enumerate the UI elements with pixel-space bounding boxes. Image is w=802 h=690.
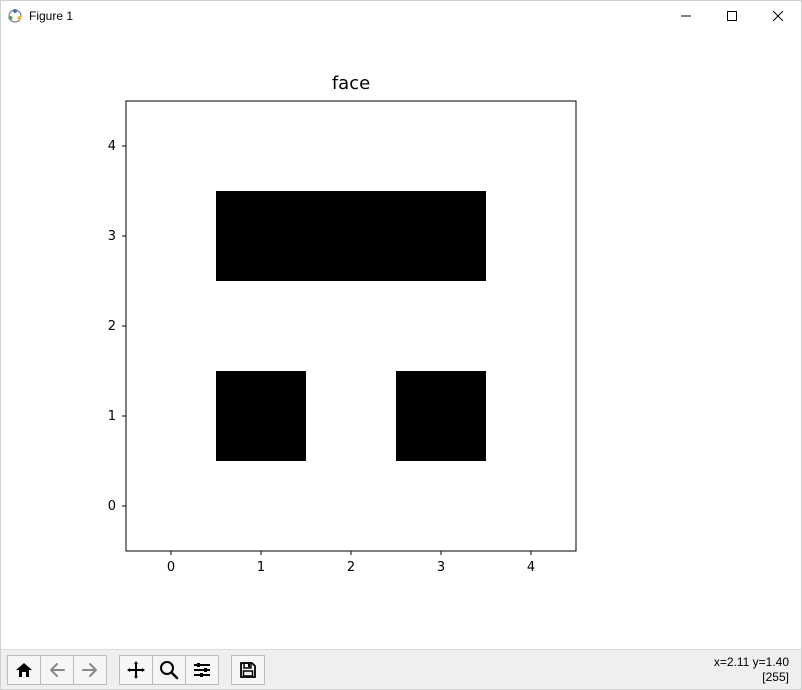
toolbar-group-save [231,655,265,685]
x-tick-label: 0 [167,560,175,575]
x-tick-label: 3 [437,560,445,575]
chart-title: face [332,73,370,94]
heatmap-cell [216,371,306,461]
toolbar-group-nav [7,655,107,685]
heatmap-cell [396,281,486,371]
heatmap-cell [126,281,216,371]
status-readout: x=2.11 y=1.40 [255] [714,655,795,684]
heatmap-cell [486,191,576,281]
y-tick-label: 0 [108,499,116,514]
y-tick-group: 0 1 2 3 4 [108,139,126,514]
titlebar: Figure 1 [1,1,801,31]
minimize-button[interactable] [663,1,709,31]
arrow-left-icon [48,662,66,678]
heatmap-cell [486,101,576,191]
window-title: Figure 1 [29,9,73,23]
heatmap-cell [216,461,306,551]
move-icon [126,660,146,680]
heatmap-cell [126,191,216,281]
heatmap-cell [486,461,576,551]
heatmap-cell [396,461,486,551]
back-button[interactable] [40,655,74,685]
heatmap-cell [396,191,486,281]
search-icon [159,660,179,680]
arrow-right-icon [81,662,99,678]
heatmap-cell [306,461,396,551]
toolbar: x=2.11 y=1.40 [255] [1,649,801,689]
y-tick-label: 2 [108,319,116,334]
x-tick-label: 4 [527,560,535,575]
y-tick-label: 3 [108,229,116,244]
heatmap-cell [126,461,216,551]
save-button[interactable] [231,655,265,685]
heatmap-cell [216,101,306,191]
forward-button[interactable] [73,655,107,685]
home-button[interactable] [7,655,41,685]
heatmap-cell [216,191,306,281]
status-value: [255] [714,670,789,684]
status-coords: x=2.11 y=1.40 [714,655,789,669]
x-tick-label: 1 [257,560,265,575]
y-tick-label: 4 [108,139,116,154]
heatmap-cell [306,101,396,191]
pan-button[interactable] [119,655,153,685]
figure-canvas[interactable]: face 0 1 2 3 4 0 1 2 3 4 [1,31,801,649]
heatmap-cell [396,371,486,461]
heatmap-cell [486,371,576,461]
heatmap-cell [126,101,216,191]
x-tick-label: 2 [347,560,355,575]
window-root: Figure 1 face 0 1 2 3 4 0 1 2 3 4 [0,0,802,690]
save-icon [239,661,257,679]
close-button[interactable] [755,1,801,31]
sliders-icon [192,661,212,679]
zoom-button[interactable] [152,655,186,685]
heatmap-cell [306,281,396,371]
toolbar-group-view [119,655,219,685]
y-tick-label: 1 [108,409,116,424]
app-icon [7,8,23,24]
home-icon [14,661,34,679]
heatmap-cell [306,191,396,281]
x-tick-group: 0 1 2 3 4 [167,551,535,575]
heatmap-cell [306,371,396,461]
heatmap-cell [216,281,306,371]
heatmap-cell [126,371,216,461]
heatmap-cells [126,101,576,551]
heatmap-cell [486,281,576,371]
subplots-button[interactable] [185,655,219,685]
maximize-button[interactable] [709,1,755,31]
heatmap-cell [396,101,486,191]
